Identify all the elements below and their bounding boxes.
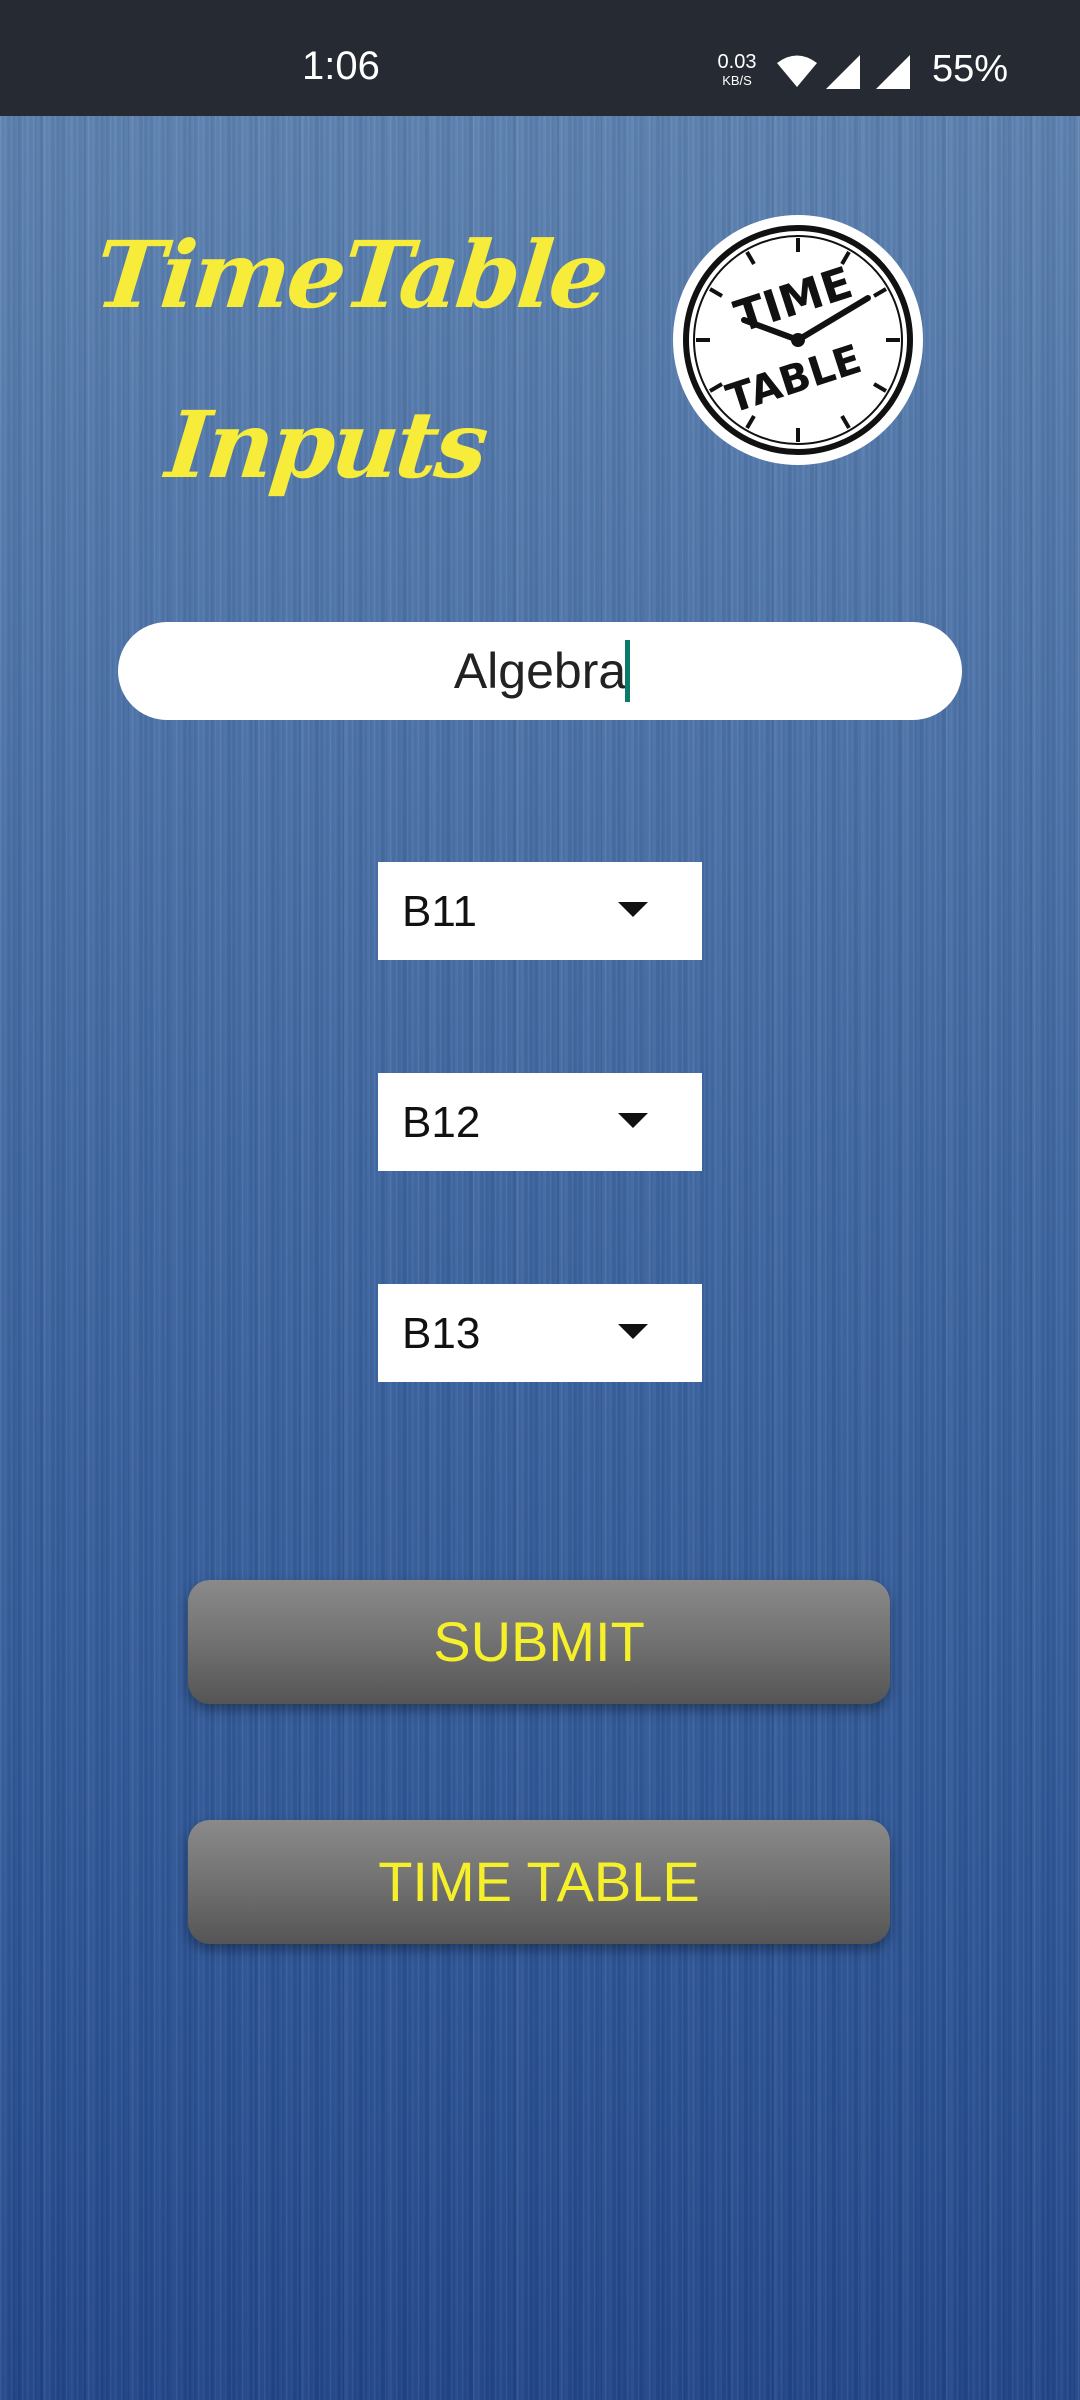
text-cursor — [625, 640, 630, 702]
chevron-down-icon — [618, 1324, 648, 1339]
dropdown-2[interactable]: B12 — [378, 1073, 702, 1171]
signal-icon — [826, 55, 860, 89]
dropdown-1-value: B11 — [402, 887, 478, 936]
title-line-2: Inputs — [161, 391, 491, 499]
subject-input[interactable] — [118, 622, 962, 720]
battery-level: 55% — [932, 48, 1009, 90]
status-time: 1:06 — [302, 44, 380, 88]
dropdown-1[interactable]: B11 — [378, 862, 702, 960]
page-title: TimeTable Inputs — [90, 190, 611, 530]
chevron-down-icon — [618, 902, 648, 917]
dropdown-3-value: B13 — [402, 1309, 481, 1358]
network-speed-value: 0.03 — [717, 51, 757, 73]
signal-icon — [876, 55, 910, 89]
dropdown-3[interactable]: B13 — [378, 1284, 702, 1382]
time-table-button[interactable]: TIME TABLE — [188, 1820, 890, 1944]
chevron-down-icon — [618, 1113, 648, 1128]
dropdown-2-value: B12 — [402, 1098, 481, 1147]
clock-logo-icon: TIME TABLE — [673, 215, 923, 465]
network-speed-unit: KB/S — [722, 73, 752, 88]
title-line-1: TimeTable — [90, 221, 612, 329]
wifi-icon — [777, 55, 817, 87]
submit-button[interactable]: SUBMIT — [188, 1580, 890, 1704]
network-speed: 0.03 KB/S — [712, 52, 762, 87]
status-bar: 1:06 0.03 KB/S 55% — [0, 0, 1080, 116]
